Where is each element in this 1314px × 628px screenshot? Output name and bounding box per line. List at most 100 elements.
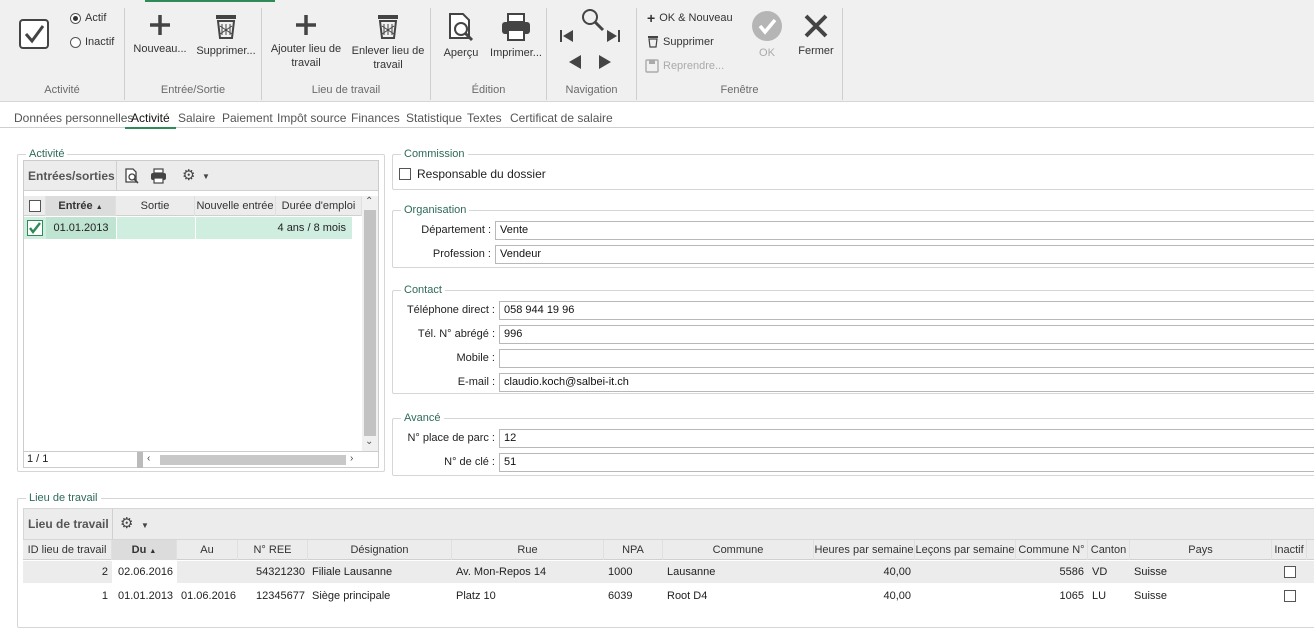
col-ree[interactable]: N° REE: [238, 540, 308, 560]
previous-record-icon[interactable]: [567, 54, 583, 73]
mobile-label: Mobile :: [456, 352, 495, 364]
nouveau-button[interactable]: Nouveau...: [130, 12, 190, 56]
radio-inactif[interactable]: Inactif: [70, 36, 114, 48]
table-row[interactable]: 1 01.01.2013 01.06.2016 12345677 Siège p…: [23, 585, 1314, 607]
preview-icon[interactable]: [124, 168, 140, 184]
tab-certificat-salaire[interactable]: Certificat de salaire: [510, 111, 613, 125]
responsable-checkbox[interactable]: Responsable du dossier: [399, 167, 546, 181]
cell-npa: 1000: [608, 566, 633, 578]
col-commune[interactable]: Commune: [663, 540, 814, 560]
scroll-left-icon[interactable]: ‹: [147, 453, 150, 464]
select-all-col[interactable]: [24, 196, 46, 216]
ok-nouveau-button[interactable]: + OK & Nouveau: [647, 10, 733, 26]
trash-icon: [216, 15, 236, 39]
search-record-icon[interactable]: [580, 8, 606, 35]
inactif-checkbox[interactable]: [1284, 566, 1296, 581]
tab-statistique[interactable]: Statistique: [406, 111, 462, 125]
col-lecons[interactable]: Leçons par semaine: [915, 540, 1016, 560]
col-inactif[interactable]: Inactif: [1272, 540, 1307, 560]
apercu-button[interactable]: Aperçu: [435, 12, 487, 60]
entrees-toolbar-title: Entrées/sorties: [28, 169, 115, 183]
scroll-thumb[interactable]: [364, 210, 376, 436]
scroll-down-icon[interactable]: ⌄: [365, 436, 373, 447]
enlever-lieu-button[interactable]: Enlever lieu de travail: [348, 12, 428, 72]
organisation-panel: Organisation Département : Vente Profess…: [392, 204, 1314, 268]
tab-textes[interactable]: Textes: [467, 111, 502, 125]
col-canton[interactable]: Canton: [1088, 540, 1130, 560]
fermer-label: Fermer: [798, 45, 834, 57]
col-entree[interactable]: Entrée ▲: [46, 196, 116, 216]
gear-icon[interactable]: ⚙: [120, 514, 133, 532]
supprimer-fenetre-button[interactable]: Supprimer: [647, 35, 714, 48]
radio-actif[interactable]: Actif: [70, 12, 106, 24]
cell-commune-no: 5586: [1059, 566, 1084, 578]
last-record-icon[interactable]: [605, 28, 621, 47]
email-field[interactable]: claudio.koch@salbei-it.ch: [499, 373, 1314, 392]
cell-rue: Platz 10: [456, 590, 496, 602]
cell-designation: Siège principale: [312, 590, 391, 602]
departement-field[interactable]: Vente: [495, 221, 1314, 240]
telephone-field[interactable]: 058 944 19 96: [499, 301, 1314, 320]
cell-npa: 6039: [608, 590, 633, 602]
parc-field[interactable]: 12: [499, 429, 1314, 448]
responsable-checkbox-box[interactable]: [399, 168, 411, 180]
col-rue[interactable]: Rue: [452, 540, 604, 560]
col-designation[interactable]: Désignation: [308, 540, 452, 560]
tab-donnees-personnelles[interactable]: Données personnelles: [14, 111, 133, 125]
col-sortie[interactable]: Sortie: [116, 196, 195, 216]
gear-icon[interactable]: ⚙: [182, 166, 195, 184]
first-record-icon[interactable]: [559, 28, 575, 47]
imprimer-button[interactable]: Imprimer...: [487, 12, 545, 60]
col-commune-no[interactable]: Commune N°: [1016, 540, 1088, 560]
col-du[interactable]: Du ▲: [112, 540, 177, 560]
mobile-field[interactable]: [499, 349, 1314, 368]
chevron-down-icon[interactable]: ▼: [202, 172, 210, 181]
table-row[interactable]: 01.01.2013 4 ans / 8 mois: [24, 217, 352, 239]
tab-activite[interactable]: Activité: [125, 111, 176, 129]
next-record-icon[interactable]: [597, 54, 613, 73]
ribbon: Actif Inactif Activité Nouveau... Suppri…: [0, 0, 1314, 102]
parc-label: N° place de parc :: [407, 432, 495, 444]
tab-finances[interactable]: Finances: [351, 111, 400, 125]
ribbon-accent: [145, 0, 275, 2]
ok-button[interactable]: OK: [747, 10, 787, 60]
chevron-down-icon[interactable]: ▼: [141, 521, 149, 530]
horizontal-scroll-thumb[interactable]: [160, 455, 346, 465]
splitter[interactable]: [137, 452, 143, 468]
tab-paiement[interactable]: Paiement: [222, 111, 273, 125]
col-nouvelle-entree[interactable]: Nouvelle entrée: [195, 196, 276, 216]
col-pays[interactable]: Pays: [1130, 540, 1272, 560]
supprimer-label: Supprimer...: [196, 45, 256, 57]
cell-commune: Root D4: [667, 590, 708, 602]
row-checkbox[interactable]: [27, 220, 43, 236]
abrege-field[interactable]: 996: [499, 325, 1314, 344]
fermer-button[interactable]: Fermer: [795, 12, 837, 58]
cell-sortie: [116, 217, 195, 239]
tab-impot-source[interactable]: Impôt source: [277, 111, 346, 125]
entrees-grid: Entrées/sorties ⚙ ▼ Entrée ▲ Sortie Nouv…: [23, 160, 379, 468]
table-row[interactable]: 2 02.06.2016 54321230 Filiale Lausanne A…: [23, 561, 1314, 583]
tab-salaire[interactable]: Salaire: [178, 111, 215, 125]
abrege-label: Tél. N° abrégé :: [417, 328, 495, 340]
col-duree[interactable]: Durée d'emploi: [276, 196, 362, 216]
group-activite: Actif Inactif Activité: [0, 8, 125, 100]
col-au[interactable]: Au: [177, 540, 238, 560]
vertical-scrollbar[interactable]: ⌃ ⌄: [362, 196, 378, 451]
col-npa[interactable]: NPA: [604, 540, 663, 560]
reprendre-button[interactable]: Reprendre...: [645, 59, 724, 73]
entrees-header: Entrée ▲ Sortie Nouvelle entrée Durée d'…: [24, 196, 362, 216]
activity-checkbox-icon[interactable]: [18, 18, 50, 53]
cle-field[interactable]: 51: [499, 453, 1314, 472]
profession-field[interactable]: Vendeur: [495, 245, 1314, 264]
select-all-checkbox[interactable]: [28, 200, 41, 212]
ajouter-lieu-button[interactable]: Ajouter lieu de travail: [266, 12, 346, 70]
save-icon: [645, 59, 659, 73]
col-heures[interactable]: Heures par semaine: [814, 540, 915, 560]
cell-commune: Lausanne: [667, 566, 716, 578]
scroll-right-icon[interactable]: ›: [350, 453, 353, 464]
inactif-checkbox[interactable]: [1284, 590, 1296, 605]
supprimer-button[interactable]: Supprimer...: [193, 12, 259, 58]
col-id-lieu[interactable]: ID lieu de travail: [23, 540, 112, 560]
printer-icon[interactable]: [150, 168, 167, 184]
scroll-up-icon[interactable]: ⌃: [365, 196, 373, 207]
